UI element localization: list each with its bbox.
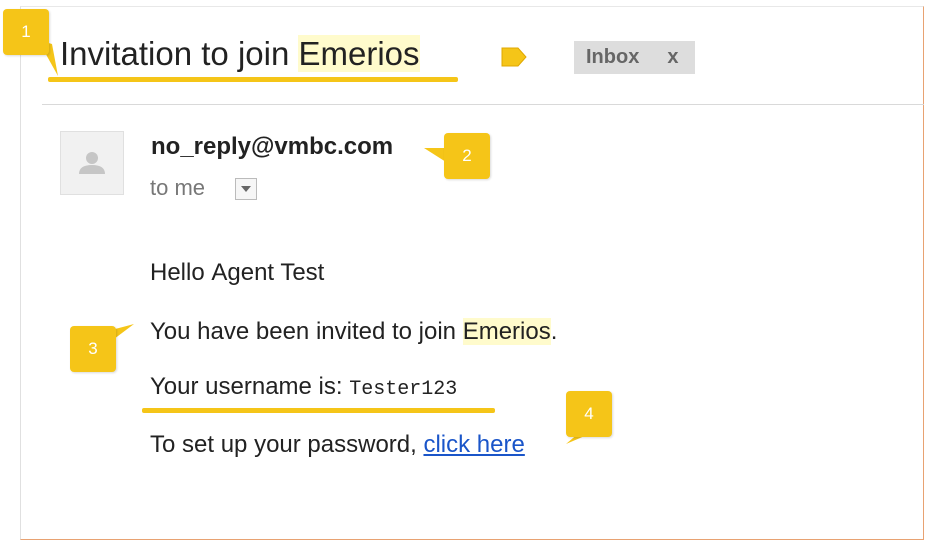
- callout-tails: [38, 40, 594, 444]
- callout-badge-1: 1: [3, 9, 49, 55]
- callout-badge-4: 4: [566, 391, 612, 437]
- callout-badge-3: 3: [70, 326, 116, 372]
- callout-badge-2: 2: [444, 133, 490, 179]
